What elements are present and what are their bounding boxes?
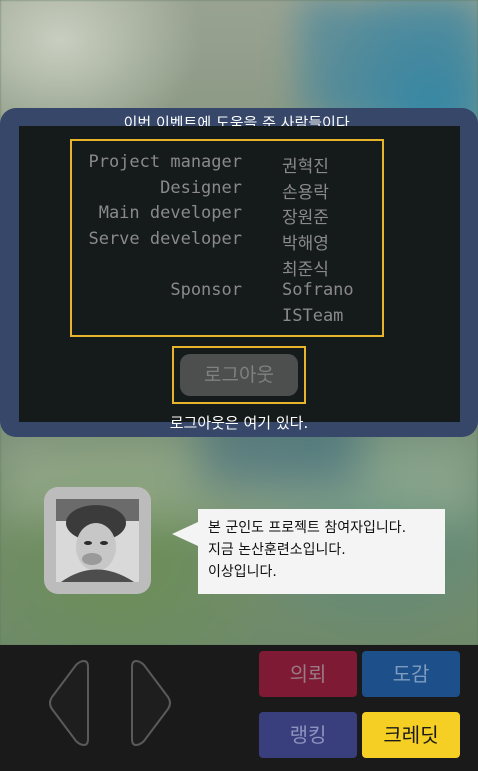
bottom-control-bar: 의뢰 도감 랭킹 크레딧 [0, 645, 478, 771]
credit-role: Serve developer [88, 229, 242, 249]
credits-list: Project manager 권혁진 Designer 손용락 Main de… [70, 139, 384, 337]
credit-role: Project manager [88, 152, 242, 172]
right-arrow-icon[interactable] [130, 657, 174, 749]
credit-row: Designer 손용락 [72, 178, 382, 204]
logout-button[interactable]: 로그아웃 [180, 354, 298, 396]
credit-name: 장원준 [282, 208, 329, 228]
speech-bubble-tail [172, 522, 198, 546]
credit-name: 손용락 [282, 183, 329, 203]
credit-row: 최준식 [72, 255, 382, 281]
credit-role: Designer [160, 178, 242, 198]
credit-role: Main developer [98, 203, 242, 223]
dialog-line: 본 군인도 프로젝트 참여자입니다. [208, 520, 407, 536]
credit-name: 박해영 [282, 234, 329, 254]
dex-button[interactable]: 도감 [362, 651, 460, 697]
credit-row: Serve developer 박해영 [72, 229, 382, 255]
logout-highlight: 로그아웃 [172, 346, 306, 404]
credit-name: 권혁진 [282, 157, 329, 177]
dialog-line: 지금 논산훈련소입니다. [208, 542, 346, 558]
credit-row: Project manager 권혁진 [72, 152, 382, 178]
avatar [56, 499, 139, 582]
credit-name: ISTeam [282, 306, 344, 326]
credit-row: Sponsor Sofrano [72, 280, 382, 306]
credit-button[interactable]: 크레딧 [362, 712, 460, 758]
logout-caption: 로그아웃은 여기 있다. [169, 414, 309, 432]
dialog-line: 이상입니다. [208, 564, 277, 580]
credit-name: Sofrano [282, 280, 354, 300]
credit-row: ISTeam [72, 306, 382, 332]
soldier-portrait-icon [56, 499, 139, 582]
credit-row: Main developer 장원준 [72, 203, 382, 229]
left-arrow-icon[interactable] [46, 657, 90, 749]
ranking-button[interactable]: 랭킹 [259, 712, 357, 758]
npc-dialog-bubble: 본 군인도 프로젝트 참여자입니다. 지금 논산훈련소입니다. 이상입니다. [198, 509, 445, 594]
credit-role: Sponsor [170, 280, 242, 300]
npc-avatar-frame [44, 487, 151, 594]
quest-button[interactable]: 의뢰 [259, 651, 357, 697]
credit-name: 최준식 [282, 260, 329, 280]
